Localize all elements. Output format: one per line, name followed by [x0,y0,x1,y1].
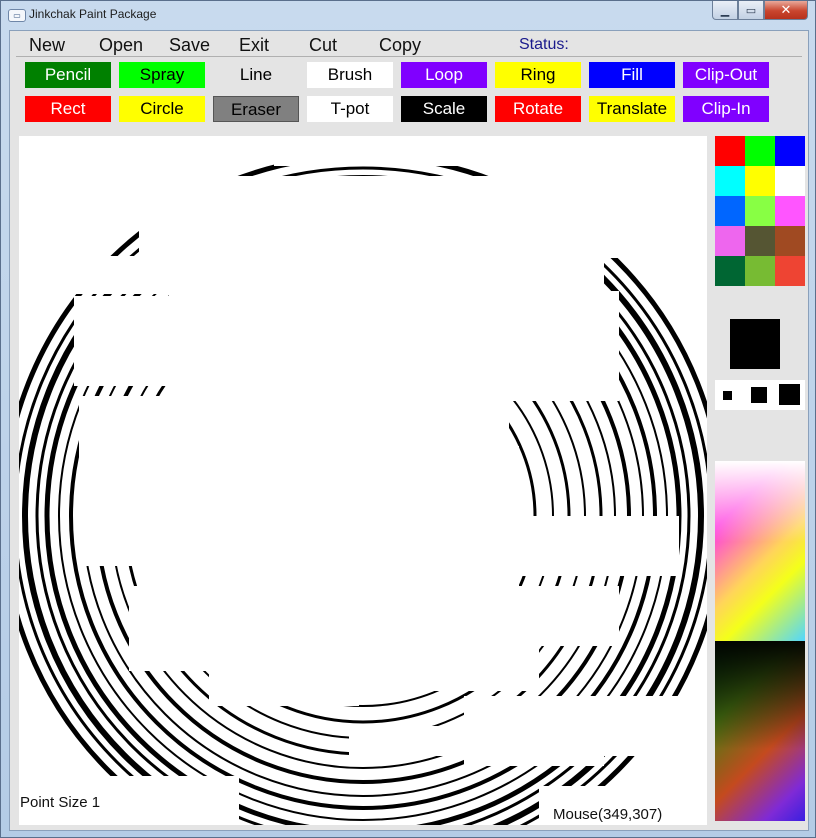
tool-clip-in-button[interactable]: Clip-In [683,96,769,122]
palette-swatch[interactable] [775,196,805,226]
palette-swatch[interactable] [715,226,745,256]
menu-cut[interactable]: Cut [309,35,337,56]
palette-swatch[interactable] [745,256,775,286]
tool-rect-button[interactable]: Rect [25,96,111,122]
color-palette [715,136,805,286]
menu-exit[interactable]: Exit [239,35,269,56]
window-title: Jinkchak Paint Package [29,7,157,21]
point-size-small[interactable] [723,391,732,400]
palette-swatch[interactable] [745,136,775,166]
tool-rotate-button[interactable]: Rotate [495,96,581,122]
palette-swatch[interactable] [775,136,805,166]
app-window-icon: ▭ [8,9,26,22]
mouse-position-label: Mouse(349,307) [553,806,663,823]
current-color-preview[interactable] [730,319,780,369]
menu-save[interactable]: Save [169,35,210,56]
palette-swatch[interactable] [775,256,805,286]
tool-line-button[interactable]: Line [213,62,299,88]
menu-open[interactable]: Open [99,35,143,56]
tool-spray-button[interactable]: Spray [119,62,205,88]
tool-circle-button[interactable]: Circle [119,96,205,122]
menu-bar: New Open Save Exit Cut Copy Status: [10,31,808,57]
tool-translate-button[interactable]: Translate [589,96,675,122]
color-gradient-picker-top[interactable] [715,461,805,641]
palette-swatch[interactable] [745,166,775,196]
palette-swatch[interactable] [715,256,745,286]
tool-eraser-button[interactable]: Eraser [213,96,299,122]
status-label: Status: [519,36,569,53]
tool-scale-button[interactable]: Scale [401,96,487,122]
point-size-large[interactable] [779,384,800,405]
color-gradient-picker-bottom[interactable] [715,641,805,821]
tool-pencil-button[interactable]: Pencil [25,62,111,88]
minimize-button[interactable]: ▁ [712,1,738,20]
tool-brush-button[interactable]: Brush [307,62,393,88]
close-button[interactable]: ✕ [764,1,808,20]
title-bar[interactable]: ▭ Jinkchak Paint Package ▁ ▭ ✕ [1,1,815,29]
menu-divider [16,56,802,57]
drawing-canvas[interactable]: Point Size 1 Mouse(349,307) [19,136,707,825]
palette-swatch[interactable] [775,166,805,196]
maximize-button[interactable]: ▭ [738,1,764,20]
palette-swatch[interactable] [745,226,775,256]
app-window: ▭ Jinkchak Paint Package ▁ ▭ ✕ New Open … [0,0,816,838]
menu-new[interactable]: New [29,35,65,56]
point-size-label: Point Size 1 [20,794,101,811]
point-size-selector [715,380,805,410]
tool-ring-button[interactable]: Ring [495,62,581,88]
point-size-medium[interactable] [751,387,767,403]
palette-swatch[interactable] [775,226,805,256]
palette-swatch[interactable] [715,136,745,166]
canvas-drawing [19,136,707,825]
client-area: New Open Save Exit Cut Copy Status: Penc… [9,30,809,831]
tool-loop-button[interactable]: Loop [401,62,487,88]
menu-copy[interactable]: Copy [379,35,421,56]
palette-swatch[interactable] [715,196,745,226]
tool-t-pot-button[interactable]: T-pot [307,96,393,122]
tool-fill-button[interactable]: Fill [589,62,675,88]
palette-swatch[interactable] [715,166,745,196]
tool-clip-out-button[interactable]: Clip-Out [683,62,769,88]
palette-swatch[interactable] [745,196,775,226]
